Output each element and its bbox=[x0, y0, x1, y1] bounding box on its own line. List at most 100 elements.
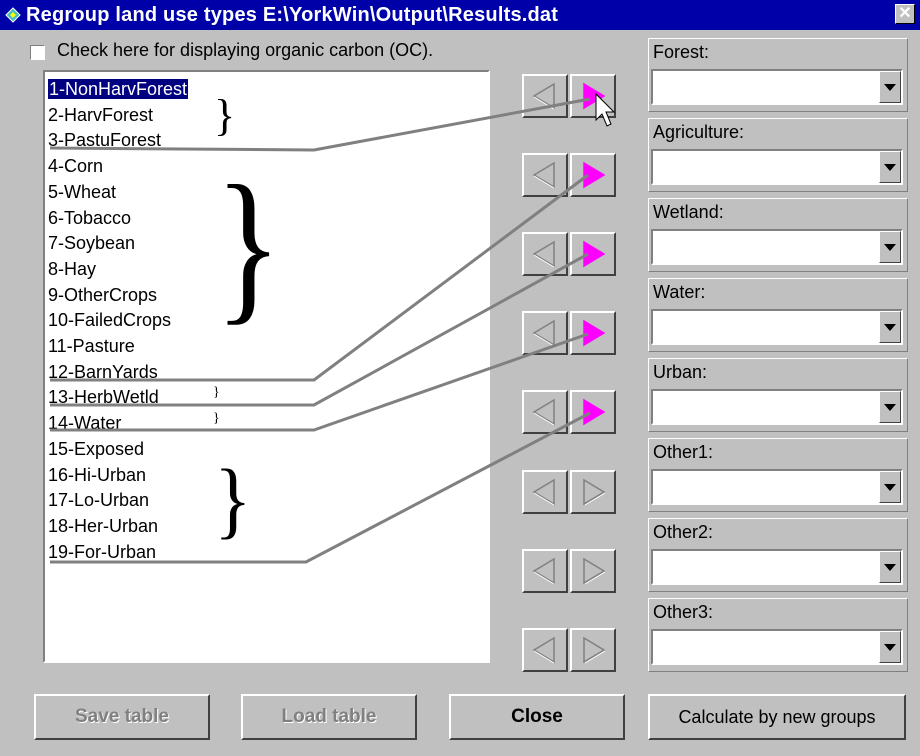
list-item[interactable]: 2-HarvForest bbox=[48, 102, 153, 128]
arrow-left-icon bbox=[532, 161, 555, 189]
move-left-button[interactable] bbox=[522, 390, 568, 434]
move-left-button[interactable] bbox=[522, 470, 568, 514]
move-right-button[interactable] bbox=[570, 549, 616, 593]
group-other2: Other2: bbox=[648, 518, 908, 592]
list-item[interactable]: 19-For-Urban bbox=[48, 539, 156, 565]
dropdown-button[interactable] bbox=[879, 471, 901, 503]
group-label: Forest: bbox=[653, 42, 710, 62]
arrow-left-icon bbox=[532, 557, 555, 585]
move-right-button[interactable] bbox=[570, 153, 616, 197]
group-label: Agriculture: bbox=[653, 122, 745, 142]
title-bar: Regroup land use types E:\YorkWin\Output… bbox=[0, 0, 920, 30]
dropdown-button[interactable] bbox=[879, 391, 901, 423]
list-item[interactable]: 16-Hi-Urban bbox=[48, 462, 146, 488]
list-item[interactable]: 12-BarnYards bbox=[48, 359, 158, 385]
list-item-label: 3-PastuForest bbox=[48, 130, 162, 151]
group-combobox[interactable] bbox=[651, 629, 903, 665]
list-item[interactable]: 1-NonHarvForest bbox=[46, 76, 190, 102]
group-water: Water: bbox=[648, 278, 908, 352]
list-item[interactable]: 3-PastuForest bbox=[48, 127, 161, 153]
group-combobox[interactable] bbox=[651, 149, 903, 185]
arrow-right-icon bbox=[583, 398, 606, 426]
group-combobox[interactable] bbox=[651, 389, 903, 425]
window-title: Regroup land use types E:\YorkWin\Output… bbox=[26, 4, 559, 26]
list-item[interactable]: 18-Her-Urban bbox=[48, 513, 158, 539]
group-forest: Forest: bbox=[648, 38, 908, 112]
move-right-button[interactable] bbox=[570, 470, 616, 514]
close-icon[interactable]: ✕ bbox=[895, 4, 915, 24]
list-item-label: 13-HerbWetld bbox=[48, 387, 159, 408]
move-right-button[interactable] bbox=[570, 232, 616, 276]
arrow-right-icon bbox=[583, 319, 606, 347]
landuse-list[interactable]: 1-NonHarvForest 2-HarvForest 3-PastuForest… bbox=[43, 70, 490, 663]
move-left-button[interactable] bbox=[522, 628, 568, 672]
list-item-label: 6-Tobacco bbox=[48, 207, 132, 228]
list-item-label: 12-BarnYards bbox=[48, 361, 158, 382]
group-combobox[interactable] bbox=[651, 69, 903, 105]
group-label: Other1: bbox=[653, 442, 714, 462]
save-table-button[interactable]: Save table bbox=[34, 694, 210, 740]
group-combobox[interactable] bbox=[651, 309, 903, 345]
dropdown-button[interactable] bbox=[879, 311, 901, 343]
list-item[interactable]: 17-Lo-Urban bbox=[48, 487, 149, 513]
oc-checkbox[interactable] bbox=[30, 45, 45, 60]
arrow-right-icon bbox=[583, 82, 606, 110]
move-left-button[interactable] bbox=[522, 74, 568, 118]
list-item-label: 19-For-Urban bbox=[48, 541, 157, 562]
dropdown-button[interactable] bbox=[879, 231, 901, 263]
group-wetland: Wetland: bbox=[648, 198, 908, 272]
move-right-button[interactable] bbox=[570, 74, 616, 118]
list-item[interactable]: 9-OtherCrops bbox=[48, 282, 157, 308]
list-item-label: 4-Corn bbox=[48, 156, 104, 177]
arrow-right-icon bbox=[583, 557, 606, 585]
group-other1: Other1: bbox=[648, 438, 908, 512]
list-item-label: 7-Soybean bbox=[48, 233, 136, 254]
group-label: Water: bbox=[653, 282, 706, 302]
move-left-button[interactable] bbox=[522, 549, 568, 593]
list-item[interactable]: 13-HerbWetld bbox=[48, 384, 159, 410]
list-item[interactable]: 8-Hay bbox=[48, 256, 96, 282]
move-right-button[interactable] bbox=[570, 311, 616, 355]
group-combobox[interactable] bbox=[651, 549, 903, 585]
chevron-down-icon bbox=[884, 564, 896, 571]
list-item[interactable]: 11-Pasture bbox=[48, 333, 135, 359]
move-left-button[interactable] bbox=[522, 232, 568, 276]
group-combobox[interactable] bbox=[651, 469, 903, 505]
move-right-button[interactable] bbox=[570, 628, 616, 672]
move-right-button[interactable] bbox=[570, 390, 616, 434]
dropdown-button[interactable] bbox=[879, 151, 901, 183]
group-label: Urban: bbox=[653, 362, 708, 382]
list-item[interactable]: 15-Exposed bbox=[48, 436, 144, 462]
group-label: Wetland: bbox=[653, 202, 724, 222]
list-item-label: 16-Hi-Urban bbox=[48, 464, 147, 485]
list-item[interactable]: 14-Water bbox=[48, 410, 121, 436]
list-item-label: 8-Hay bbox=[48, 258, 97, 279]
list-item[interactable]: 10-FailedCrops bbox=[48, 307, 171, 333]
move-left-button[interactable] bbox=[522, 311, 568, 355]
move-left-button[interactable] bbox=[522, 153, 568, 197]
dropdown-button[interactable] bbox=[879, 71, 901, 103]
arrow-left-icon bbox=[532, 398, 555, 426]
list-item-label: 18-Her-Urban bbox=[48, 515, 159, 536]
group-combobox[interactable] bbox=[651, 229, 903, 265]
list-item[interactable]: 6-Tobacco bbox=[48, 205, 131, 231]
calculate-by-new-groups-button[interactable]: Calculate by new groups bbox=[648, 694, 906, 740]
list-item-label: 14-Water bbox=[48, 413, 122, 434]
oc-checkbox-label[interactable]: Check here for displaying organic carbon… bbox=[57, 40, 433, 61]
chevron-down-icon bbox=[884, 484, 896, 491]
chevron-down-icon bbox=[884, 244, 896, 251]
list-item[interactable]: 4-Corn bbox=[48, 153, 103, 179]
list-item-label: 10-FailedCrops bbox=[48, 310, 172, 331]
dropdown-button[interactable] bbox=[879, 631, 901, 663]
close-button[interactable]: Close bbox=[449, 694, 625, 740]
group-agriculture: Agriculture: bbox=[648, 118, 908, 192]
arrow-left-icon bbox=[532, 319, 555, 347]
list-item-label: 1-NonHarvForest bbox=[46, 78, 190, 100]
list-item[interactable]: 7-Soybean bbox=[48, 230, 135, 256]
group-urban: Urban: bbox=[648, 358, 908, 432]
load-table-button[interactable]: Load table bbox=[241, 694, 417, 740]
arrow-left-icon bbox=[532, 478, 555, 506]
dropdown-button[interactable] bbox=[879, 551, 901, 583]
chevron-down-icon bbox=[884, 404, 896, 411]
list-item[interactable]: 5-Wheat bbox=[48, 179, 116, 205]
